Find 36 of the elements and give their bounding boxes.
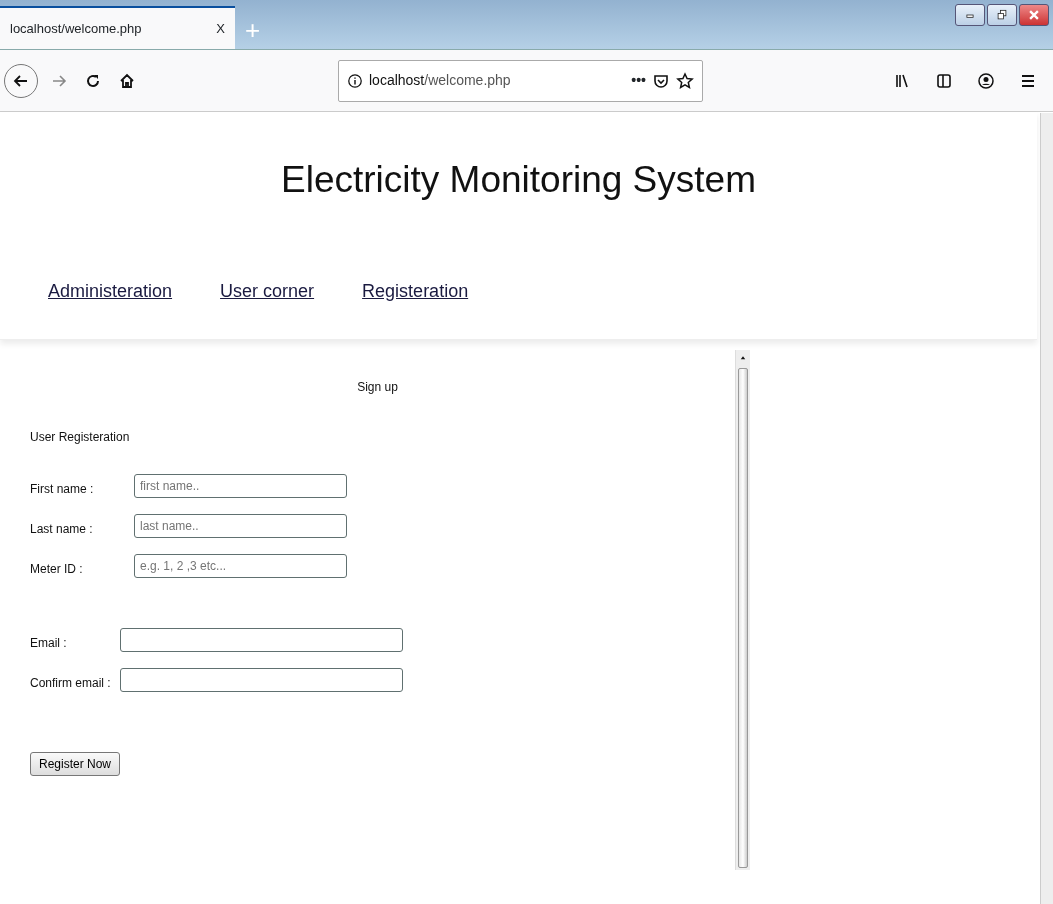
tab-title: localhost/welcome.php bbox=[10, 19, 143, 38]
tab-close-button[interactable]: X bbox=[216, 18, 225, 39]
restore-button[interactable] bbox=[987, 4, 1017, 26]
field-label: First name : bbox=[30, 481, 95, 498]
section-title: User Registeration bbox=[30, 429, 131, 446]
browser-tab[interactable]: localhost/welcome.php X bbox=[0, 6, 235, 49]
field-label: Meter ID : bbox=[30, 561, 84, 578]
nav-link[interactable]: Registeration bbox=[362, 277, 469, 305]
minimize-button[interactable] bbox=[955, 4, 985, 26]
page-title: Electricity Monitoring System bbox=[280, 158, 757, 202]
page-actions-button[interactable]: ••• bbox=[631, 70, 646, 91]
restore-icon bbox=[994, 8, 1010, 22]
info-icon bbox=[347, 72, 363, 89]
close-window-button[interactable] bbox=[1019, 4, 1049, 26]
sidebar-icon bbox=[935, 71, 953, 90]
form-heading: Sign up bbox=[356, 379, 399, 396]
star-icon bbox=[676, 71, 694, 90]
input-field[interactable]: e.g. 1, 2 ,3 etc... bbox=[134, 554, 347, 578]
field-label: Confirm email : bbox=[30, 675, 112, 692]
input-field[interactable]: first name.. bbox=[134, 474, 347, 498]
address-text: localhost/welcome.php bbox=[369, 71, 512, 90]
input-field[interactable] bbox=[120, 668, 403, 692]
scrollbar-thumb[interactable] bbox=[738, 368, 748, 868]
address-bar[interactable]: localhost/welcome.php ••• bbox=[338, 59, 703, 102]
frame-scrollbar[interactable] bbox=[735, 350, 750, 870]
input-field[interactable] bbox=[120, 628, 403, 652]
home-icon bbox=[118, 71, 136, 90]
nav-link[interactable]: User corner bbox=[220, 277, 315, 305]
page-scrollbar[interactable] bbox=[1040, 113, 1053, 904]
field-label: Last name : bbox=[30, 521, 94, 538]
scroll-up-icon bbox=[739, 354, 747, 362]
register-button[interactable]: Register Now bbox=[30, 752, 121, 776]
account-icon bbox=[977, 71, 995, 90]
nav-link[interactable]: Administeration bbox=[48, 277, 173, 305]
field-label: Email : bbox=[30, 635, 68, 652]
input-field[interactable]: last name.. bbox=[134, 514, 347, 538]
